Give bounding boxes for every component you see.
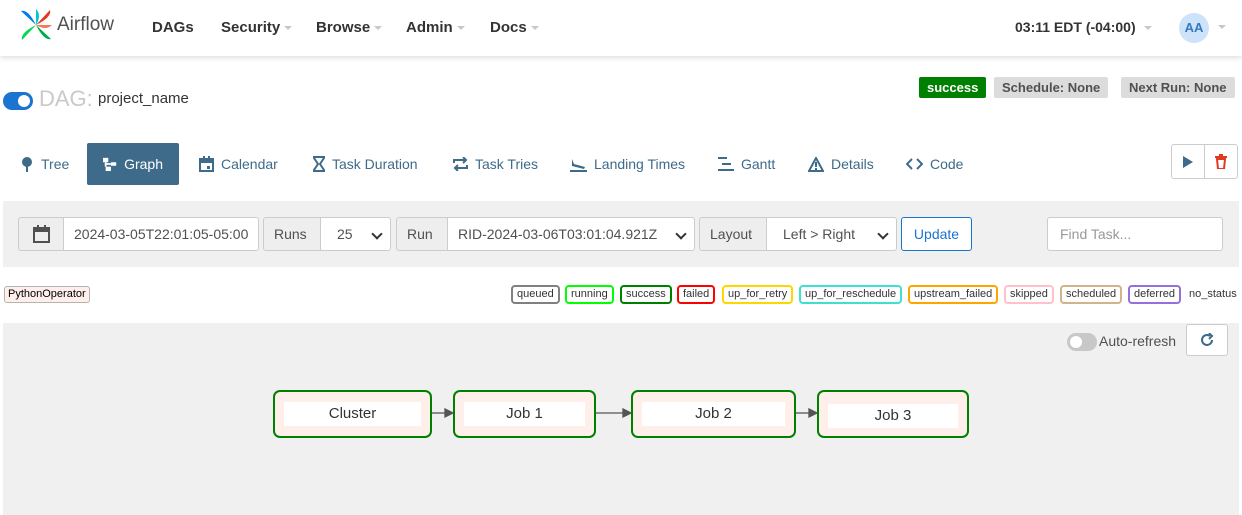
task-node-label: Cluster bbox=[284, 402, 421, 426]
arrow-head bbox=[808, 407, 819, 419]
task-node-job-2[interactable]: Job 2 bbox=[631, 390, 796, 438]
arrow-head bbox=[444, 407, 455, 419]
arrow-head bbox=[622, 407, 633, 419]
task-node-job-3[interactable]: Job 3 bbox=[817, 390, 969, 438]
graph-edges bbox=[432, 407, 819, 419]
task-node-label: Job 2 bbox=[642, 402, 785, 426]
task-node-cluster[interactable]: Cluster bbox=[273, 390, 432, 438]
task-node-job-1[interactable]: Job 1 bbox=[453, 390, 596, 438]
task-node-label: Job 1 bbox=[464, 402, 585, 426]
task-node-label: Job 3 bbox=[828, 404, 958, 428]
